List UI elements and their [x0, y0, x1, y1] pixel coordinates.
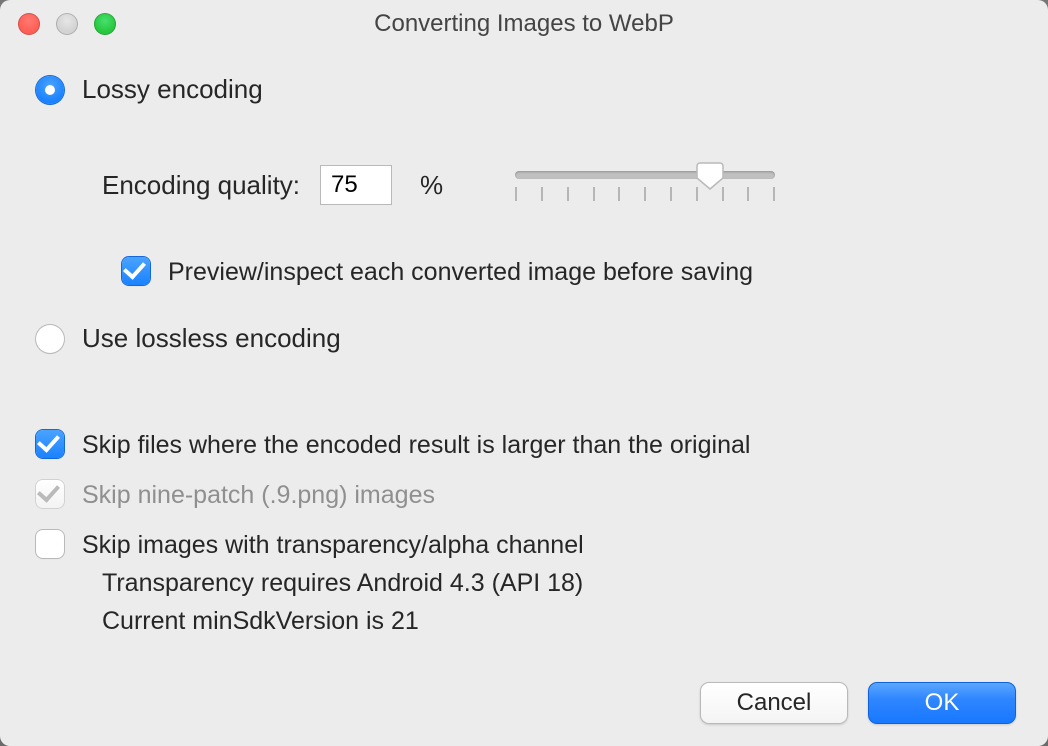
lossy-encoding-radio[interactable]: [36, 76, 64, 104]
encoding-quality-label: Encoding quality:: [102, 170, 300, 201]
skip-ninepatch-row: Skip nine-patch (.9.png) images: [36, 480, 1010, 510]
lossy-encoding-row: Lossy encoding: [36, 74, 1010, 105]
window-title: Converting Images to WebP: [374, 10, 674, 38]
skip-alpha-checkbox[interactable]: [36, 530, 64, 558]
encoding-quality-input[interactable]: [320, 165, 392, 205]
traffic-lights: [18, 0, 116, 48]
transparency-note-2: Current minSdkVersion is 21: [102, 602, 1010, 640]
skip-ninepatch-label: Skip nine-patch (.9.png) images: [82, 480, 435, 510]
skip-larger-checkbox[interactable]: [36, 430, 64, 458]
cancel-button-label: Cancel: [737, 689, 812, 717]
dialog-content: Lossy encoding Encoding quality: % Previ…: [0, 48, 1048, 640]
slider-thumb[interactable]: [696, 161, 724, 191]
transparency-note-1: Transparency requires Android 4.3 (API 1…: [102, 564, 1010, 602]
skip-larger-label: Skip files where the encoded result is l…: [82, 430, 750, 460]
preview-check-row: Preview/inspect each converted image bef…: [122, 257, 1010, 287]
dialog-window: Converting Images to WebP Lossy encoding…: [0, 0, 1048, 746]
encoding-quality-slider[interactable]: [515, 157, 775, 213]
skip-larger-row: Skip files where the encoded result is l…: [36, 430, 1010, 460]
preview-checkbox[interactable]: [122, 257, 150, 285]
slider-ticks: [515, 187, 775, 205]
lossy-encoding-label: Lossy encoding: [82, 74, 263, 105]
lossless-encoding-radio[interactable]: [36, 325, 64, 353]
window-close-button[interactable]: [18, 13, 40, 35]
encoding-quality-row: Encoding quality: %: [102, 157, 1010, 213]
window-zoom-button[interactable]: [94, 13, 116, 35]
skip-alpha-label: Skip images with transparency/alpha chan…: [82, 530, 584, 560]
ok-button-label: OK: [925, 689, 960, 717]
titlebar: Converting Images to WebP: [0, 0, 1048, 48]
skip-ninepatch-checkbox: [36, 480, 64, 508]
dialog-buttons: Cancel OK: [700, 682, 1016, 724]
encoding-quality-unit: %: [420, 170, 443, 201]
cancel-button[interactable]: Cancel: [700, 682, 848, 724]
lossless-encoding-row: Use lossless encoding: [36, 323, 1010, 354]
skip-alpha-row: Skip images with transparency/alpha chan…: [36, 530, 1010, 560]
window-minimize-button[interactable]: [56, 13, 78, 35]
ok-button[interactable]: OK: [868, 682, 1016, 724]
slider-track: [515, 171, 775, 179]
preview-checkbox-label: Preview/inspect each converted image bef…: [168, 257, 753, 287]
lossless-encoding-label: Use lossless encoding: [82, 323, 341, 354]
